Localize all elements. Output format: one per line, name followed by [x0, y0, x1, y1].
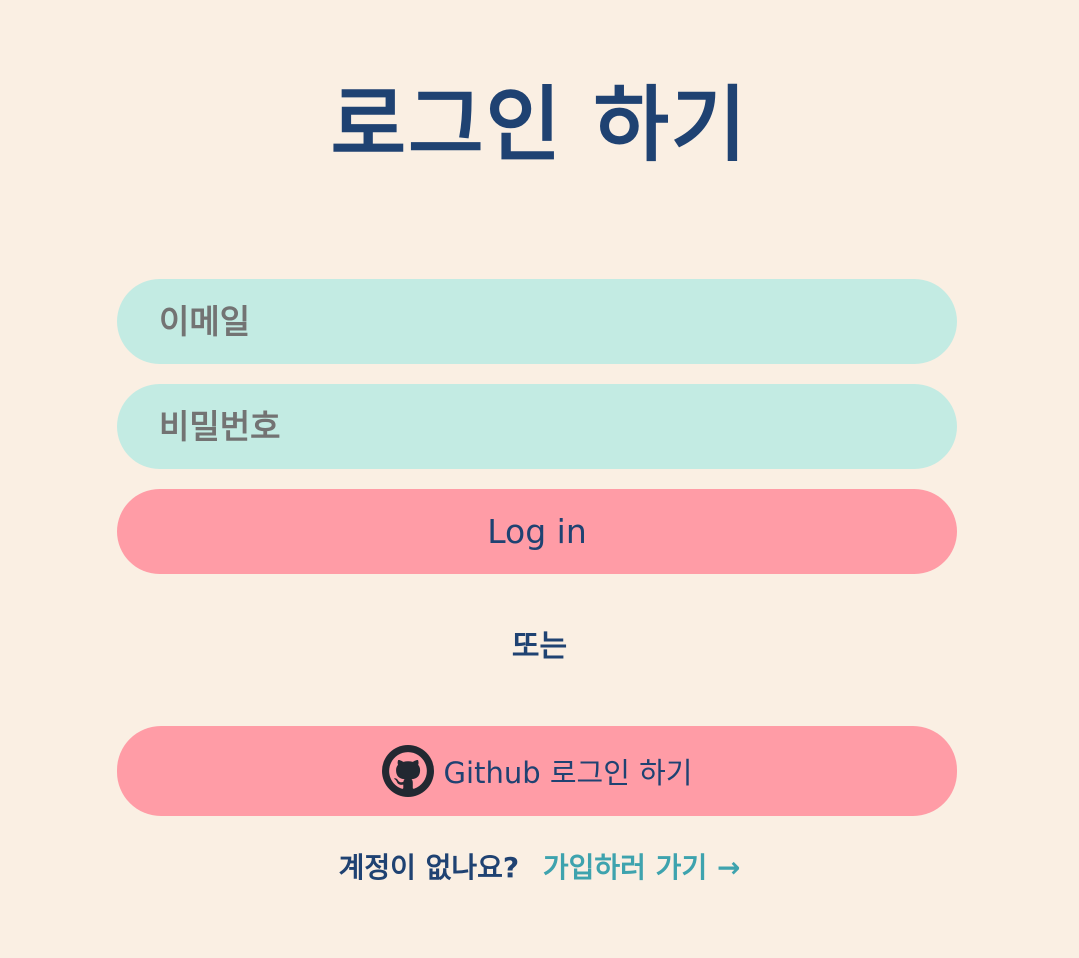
- github-icon: [381, 745, 434, 797]
- page-title: 로그인 하기: [330, 78, 749, 173]
- password-field[interactable]: [117, 384, 957, 469]
- signup-question: 계정이 없나요?: [338, 851, 520, 884]
- github-login-label: Github 로그인 하기: [443, 756, 693, 790]
- signup-prompt: 계정이 없나요? 가입하러 가기 →: [0, 846, 1079, 890]
- login-button[interactable]: Log in: [117, 489, 957, 574]
- login-button-label: Log in: [487, 512, 587, 551]
- github-login-button[interactable]: Github 로그인 하기: [117, 726, 957, 816]
- signup-link[interactable]: 가입하러 가기 →: [543, 851, 741, 884]
- email-field[interactable]: [117, 279, 957, 364]
- divider-text: 또는: [511, 629, 568, 664]
